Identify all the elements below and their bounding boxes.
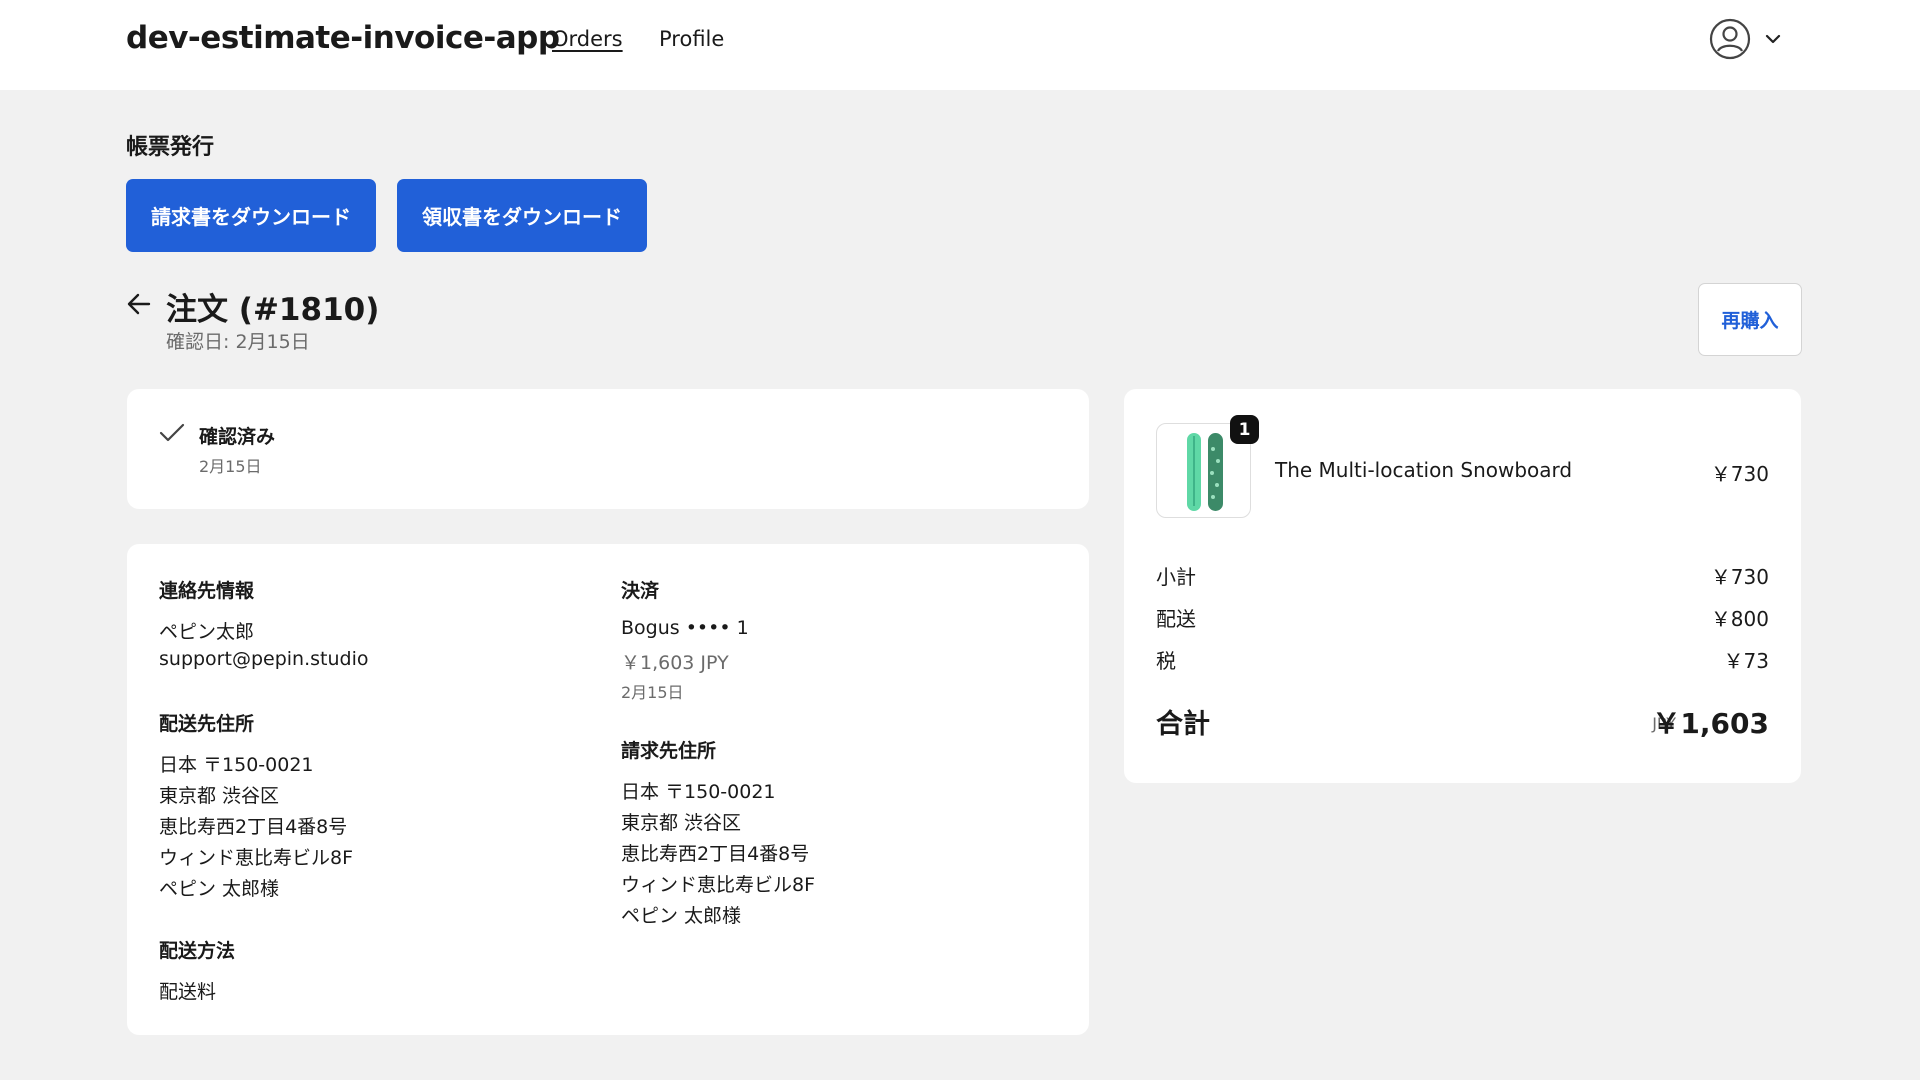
product-price: ￥730 xyxy=(1710,462,1769,486)
status-label: 確認済み xyxy=(199,426,276,448)
tax-value: ￥73 xyxy=(1723,649,1769,673)
shipping-address-line: ペピン 太郎様 xyxy=(159,878,280,900)
chevron-down-icon xyxy=(1765,34,1781,44)
checkmark-icon xyxy=(159,423,185,442)
order-confirmed-date: 確認日: 2月15日 xyxy=(166,331,310,353)
status-date: 2月15日 xyxy=(199,457,262,476)
total-label: 合計 xyxy=(1156,709,1210,740)
shipping-address-line: ウィンド恵比寿ビル8F xyxy=(159,847,354,869)
shipping-label: 配送 xyxy=(1156,607,1196,631)
billing-address-line: 恵比寿西2丁目4番8号 xyxy=(621,843,810,865)
contact-name: ペピン太郎 xyxy=(159,621,255,643)
documents-section-title: 帳票発行 xyxy=(126,135,215,160)
payment-amount: ￥1,603 JPY xyxy=(621,652,729,674)
order-title: 注文 (#1810) xyxy=(166,292,380,328)
account-menu-button[interactable] xyxy=(1709,16,1785,62)
subtotal-label: 小計 xyxy=(1156,565,1196,589)
billing-address-line: ウィンド恵比寿ビル8F xyxy=(621,874,816,896)
shipping-method-heading: 配送方法 xyxy=(159,940,236,962)
shipping-address-line: 東京都 渋谷区 xyxy=(159,785,280,807)
download-invoice-button[interactable]: 請求書をダウンロード xyxy=(126,179,376,252)
subtotal-value: ￥730 xyxy=(1710,565,1769,589)
quantity-badge: 1 xyxy=(1230,415,1259,444)
order-summary-card: 1 The Multi-location Snowboard ￥730 小計 ￥… xyxy=(1124,389,1801,783)
billing-address-line: ペピン 太郎様 xyxy=(621,905,742,927)
billing-address-line: 日本 〒150-0021 xyxy=(621,781,776,803)
shipping-address-line: 恵比寿西2丁目4番8号 xyxy=(159,816,348,838)
shipping-value: ￥800 xyxy=(1710,607,1769,631)
download-receipt-button[interactable]: 領収書をダウンロード xyxy=(397,179,647,252)
user-circle-icon xyxy=(1709,18,1751,60)
reorder-button[interactable]: 再購入 xyxy=(1698,283,1802,356)
shipping-method-value: 配送料 xyxy=(159,981,217,1003)
payment-method: Bogus •••• 1 xyxy=(621,617,749,639)
tax-label: 税 xyxy=(1156,649,1176,673)
nav-link-orders[interactable]: Orders xyxy=(552,27,623,51)
order-status-card: 確認済み 2月15日 xyxy=(127,389,1089,509)
contact-email: support@pepin.studio xyxy=(159,648,369,670)
shipping-address-line: 日本 〒150-0021 xyxy=(159,754,314,776)
nav-link-profile[interactable]: Profile xyxy=(659,27,724,51)
arrow-left-icon[interactable] xyxy=(125,290,153,318)
order-details-card: 連絡先情報 ペピン太郎 support@pepin.studio 配送先住所 日… xyxy=(127,544,1089,1035)
shipping-address-heading: 配送先住所 xyxy=(159,713,255,735)
total-value: ￥1,603 xyxy=(1652,707,1769,740)
billing-address-line: 東京都 渋谷区 xyxy=(621,812,742,834)
payment-date: 2月15日 xyxy=(621,683,684,702)
top-navigation-bar: dev-estimate-invoice-app Orders Profile xyxy=(0,0,1920,90)
payment-heading: 決済 xyxy=(621,580,660,602)
product-name: The Multi-location Snowboard xyxy=(1275,458,1573,482)
contact-heading: 連絡先情報 xyxy=(159,580,255,602)
app-brand[interactable]: dev-estimate-invoice-app xyxy=(126,20,560,56)
billing-address-heading: 請求先住所 xyxy=(621,740,717,762)
